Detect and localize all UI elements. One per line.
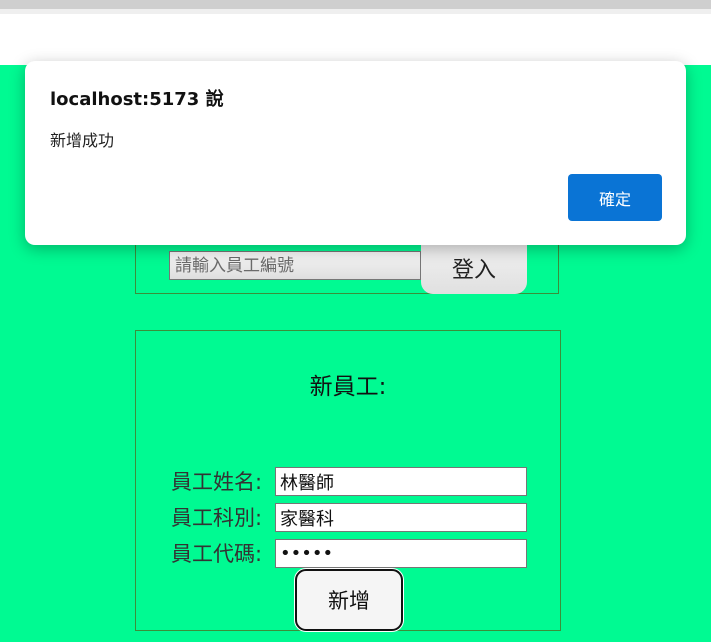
employee-name-input[interactable] [275,467,527,496]
new-employee-section: 新員工: 員工姓名: 員工科別: 員工代碼: 新增 [135,330,561,631]
ok-button[interactable]: 確定 [568,174,662,221]
employee-department-label: 員工科別: [171,506,263,530]
login-button[interactable]: 登入 [421,242,527,294]
alert-dialog: localhost:5173 說 新增成功 確定 [25,61,686,245]
browser-header-area [0,14,711,65]
dialog-message: 新增成功 [50,131,115,150]
employee-department-input[interactable] [275,503,527,532]
browser-frame [0,0,711,9]
employee-id-input[interactable] [169,251,421,280]
dialog-title: localhost:5173 說 [50,89,224,110]
new-employee-title: 新員工: [309,374,387,400]
employee-code-label: 員工代碼: [171,542,263,566]
add-employee-button[interactable]: 新增 [295,569,403,631]
employee-code-input[interactable] [275,539,527,568]
employee-name-label: 員工姓名: [171,470,263,494]
